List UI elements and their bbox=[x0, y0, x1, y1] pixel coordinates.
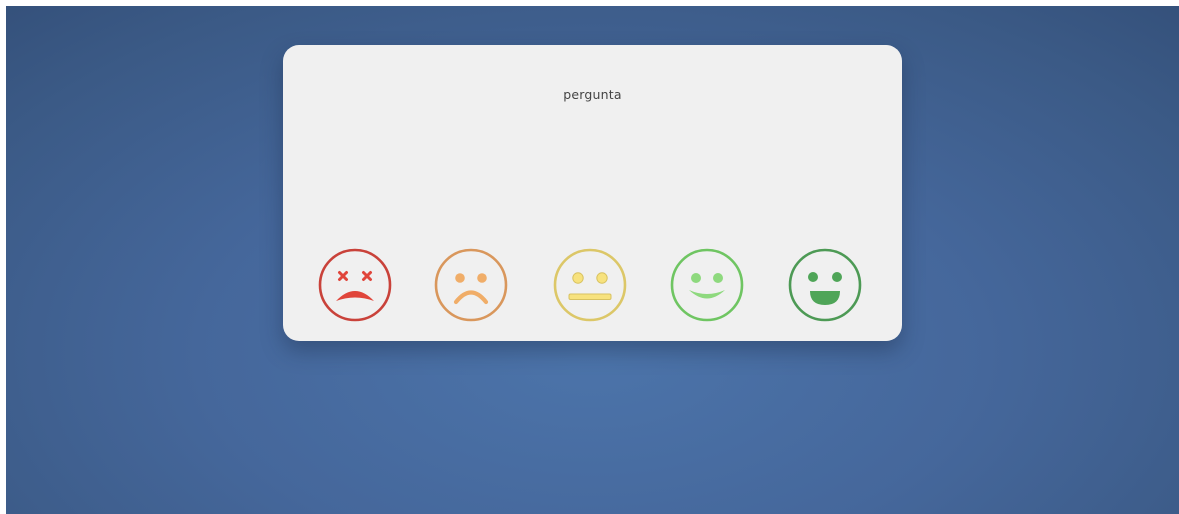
dead-face-icon bbox=[318, 248, 392, 322]
rating-option-very-satisfied[interactable] bbox=[785, 245, 865, 325]
rating-option-neutral[interactable] bbox=[550, 245, 630, 325]
question-text: pergunta bbox=[563, 87, 622, 102]
rating-option-satisfied[interactable] bbox=[667, 245, 747, 325]
neutral-face-icon bbox=[553, 248, 627, 322]
rating-card: pergunta bbox=[283, 45, 902, 341]
rating-options bbox=[283, 245, 902, 325]
page-background: pergunta bbox=[6, 6, 1179, 514]
grin-face-icon bbox=[788, 248, 862, 322]
rating-option-dissatisfied[interactable] bbox=[431, 245, 511, 325]
smile-face-icon bbox=[670, 248, 744, 322]
sad-face-icon bbox=[434, 248, 508, 322]
rating-option-very-dissatisfied[interactable] bbox=[315, 245, 395, 325]
